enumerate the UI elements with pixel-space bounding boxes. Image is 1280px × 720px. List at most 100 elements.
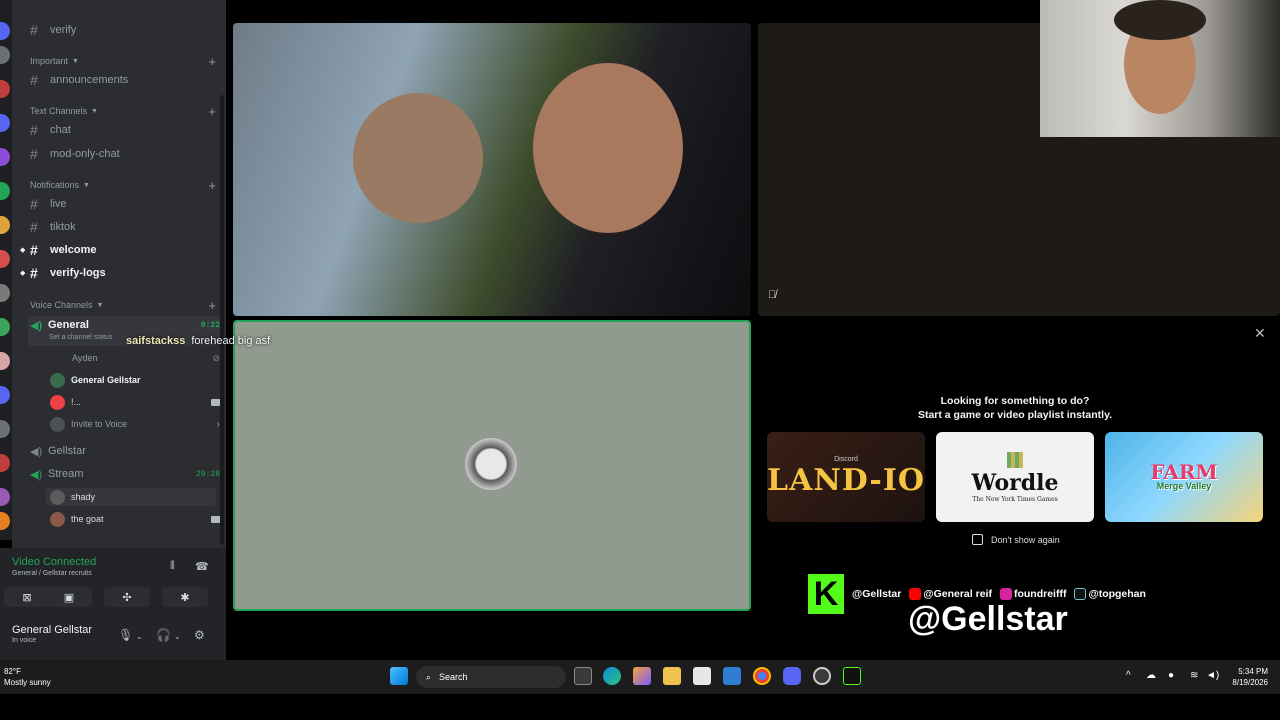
channel-verify-logs[interactable]: # verify-logs — [30, 263, 106, 283]
server-icon[interactable] — [0, 318, 10, 336]
weather-widget[interactable]: 82°F Mostly sunny — [4, 666, 51, 688]
camera-toggle-button[interactable]: ⊠ — [4, 587, 50, 607]
headphones-icon[interactable]: 🎧 — [156, 628, 171, 642]
microphone-icon[interactable]: 🎙 — [118, 628, 133, 642]
microphone-icon[interactable]: ● — [1168, 670, 1174, 681]
server-icon[interactable] — [0, 114, 10, 132]
streamer-hair — [1114, 0, 1206, 40]
chrome-icon[interactable] — [753, 667, 771, 685]
channel-announcements[interactable]: # announcements — [30, 70, 128, 90]
voice-channel-label: Gellstar — [48, 445, 86, 457]
edge-icon[interactable] — [603, 667, 621, 685]
taskbar-search[interactable]: ⌕ Search — [416, 666, 566, 688]
channel-welcome[interactable]: # welcome — [30, 240, 96, 260]
invite-label: Invite to Voice — [71, 419, 128, 429]
file-explorer-icon[interactable] — [663, 667, 681, 685]
noise-suppression-icon[interactable]: ⦀ — [170, 560, 175, 573]
dont-show-checkbox[interactable] — [972, 534, 983, 545]
member-name: Ayden — [72, 353, 98, 363]
add-channel-icon[interactable]: + — [208, 178, 216, 193]
obs-icon[interactable] — [813, 667, 831, 685]
activity-heading: Looking for something to do? — [940, 395, 1090, 407]
invite-to-voice-button[interactable]: Invite to Voice › — [50, 415, 220, 433]
system-clock[interactable]: 5:34 PM 8/19/2026 — [1226, 666, 1268, 688]
channel-label: mod-only-chat — [50, 148, 120, 160]
voice-member[interactable]: Ayden ⊘ — [50, 349, 220, 367]
server-icon[interactable] — [0, 182, 10, 200]
server-icon[interactable] — [0, 284, 10, 302]
channel-verify[interactable]: # verify — [30, 20, 76, 40]
server-icon[interactable] — [0, 386, 10, 404]
voice-member[interactable]: !... — [50, 393, 220, 411]
add-channel-icon[interactable]: + — [208, 54, 216, 69]
activity-card[interactable]: Discord LAND-IO — [767, 432, 925, 522]
windows-start-icon[interactable] — [390, 667, 408, 685]
avatar — [465, 438, 517, 490]
card-title: FARM — [1150, 460, 1218, 484]
camera-icon — [211, 398, 220, 406]
chevron-down-icon[interactable]: ⌄ — [136, 632, 143, 641]
store-icon[interactable] — [693, 667, 711, 685]
close-icon[interactable]: ✕ — [1254, 325, 1266, 342]
server-icon[interactable] — [0, 216, 10, 234]
volume-icon[interactable]: ◄) — [1206, 670, 1219, 681]
category-notifications[interactable]: Notifications ▼ + — [30, 178, 216, 193]
channel-chat[interactable]: # chat — [30, 120, 71, 140]
voice-channel-stream[interactable]: ◀) Stream 29:28 — [30, 465, 220, 483]
voice-channel-general[interactable]: ◀) General 9:22 — [30, 316, 220, 334]
member-name: !... — [71, 397, 82, 407]
voice-channel-gellstar[interactable]: ◀) Gellstar — [30, 442, 220, 460]
channel-status[interactable]: Set a channel status — [49, 334, 112, 341]
server-icon[interactable] — [0, 22, 10, 40]
server-icon[interactable] — [0, 250, 10, 268]
category-label: Notifications — [30, 180, 80, 190]
soundboard-button[interactable]: ✱ — [162, 587, 208, 607]
disconnect-icon[interactable]: ☎ — [195, 560, 209, 573]
task-view-icon[interactable] — [574, 667, 592, 685]
camera-off-icon: ⊠ — [22, 591, 32, 604]
category-voice-channels[interactable]: Voice Channels ▼ + — [30, 298, 216, 313]
dont-show-label[interactable]: Don't show again — [991, 535, 1060, 545]
voice-member[interactable]: shady — [46, 488, 216, 506]
sidebar-scrollbar[interactable] — [220, 95, 224, 545]
discord-icon[interactable] — [783, 667, 801, 685]
add-channel-icon[interactable]: + — [208, 104, 216, 119]
activity-card[interactable]: FARM Merge Valley — [1105, 432, 1263, 522]
video-tile[interactable] — [233, 23, 751, 316]
chevron-down-icon[interactable]: ⌄ — [174, 632, 181, 641]
add-channel-icon[interactable]: + — [208, 298, 216, 313]
gear-icon[interactable]: ⚙ — [194, 628, 205, 642]
chevron-up-icon[interactable]: ^ — [1126, 670, 1131, 681]
activities-button[interactable]: ✣ — [104, 587, 150, 607]
connection-status[interactable]: Video Connected — [12, 556, 96, 568]
server-icon[interactable] — [0, 512, 10, 530]
category-important[interactable]: Important ▼ + — [30, 54, 216, 69]
channel-mod-only-chat[interactable]: # mod-only-chat — [30, 144, 120, 164]
copilot-icon[interactable] — [633, 667, 651, 685]
channel-live[interactable]: # live — [30, 194, 67, 214]
category-text-channels[interactable]: Text Channels ▼ + — [30, 104, 216, 119]
server-icon[interactable] — [0, 148, 10, 166]
screen-share-button[interactable]: ▣ — [46, 587, 92, 607]
server-icon[interactable] — [0, 46, 10, 64]
server-icon[interactable] — [0, 420, 10, 438]
server-icon[interactable] — [0, 80, 10, 98]
activities-icon: ✣ — [122, 591, 132, 604]
video-tile-speaking[interactable] — [233, 320, 751, 611]
wifi-icon[interactable]: ≋ — [1190, 670, 1198, 681]
clock-date: 8/19/2026 — [1232, 678, 1268, 687]
clock-time: 5:34 PM — [1238, 667, 1268, 676]
outlook-icon[interactable] — [723, 667, 741, 685]
activity-card[interactable]: Wordle The New York Times Games — [936, 432, 1094, 522]
channel-tiktok[interactable]: # tiktok — [30, 217, 76, 237]
connection-channel[interactable]: General / Gellstar recruits — [12, 570, 92, 577]
voice-member[interactable]: the goat — [50, 510, 220, 528]
server-icon[interactable] — [0, 488, 10, 506]
streaming-app-icon[interactable] — [843, 667, 861, 685]
avatar — [50, 372, 65, 388]
voice-member[interactable]: General Gellstar — [50, 371, 220, 389]
server-icon[interactable] — [0, 454, 10, 472]
server-icon[interactable] — [0, 352, 10, 370]
current-user-name[interactable]: General Gellstar — [12, 624, 92, 636]
cloud-icon[interactable]: ☁ — [1146, 670, 1156, 681]
